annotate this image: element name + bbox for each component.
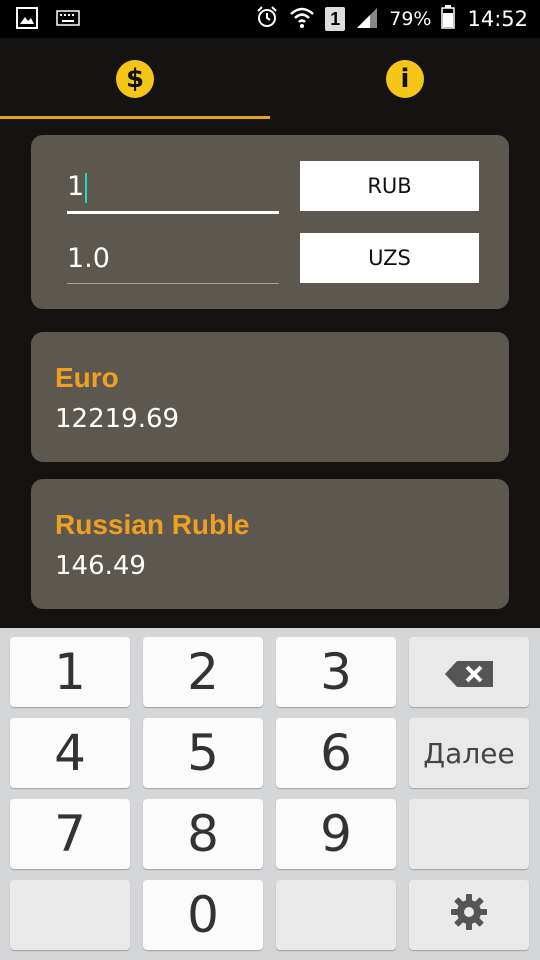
blank-key [276,880,396,950]
numeric-keyboard: 1 2 3 4 5 6 Далее 7 8 9 0 [0,628,540,960]
to-currency-button[interactable]: UZS [300,233,479,283]
key-4[interactable]: 4 [10,718,130,788]
amount-input[interactable]: 1 [67,171,279,214]
key-0[interactable]: 0 [143,880,263,950]
wifi-icon [289,5,315,34]
settings-key[interactable] [409,880,529,950]
key-1[interactable]: 1 [10,637,130,707]
currency-rate: 12219.69 [55,404,180,434]
battery-icon [441,4,456,34]
key-8[interactable]: 8 [143,799,263,869]
key-7[interactable]: 7 [10,799,130,869]
key-9[interactable]: 9 [276,799,396,869]
dollar-icon: $ [116,60,154,98]
converter-card: 1 RUB 1.0 UZS [31,135,509,309]
key-2[interactable]: 2 [143,637,263,707]
from-currency-button[interactable]: RUB [300,161,479,211]
text-caret [85,172,88,203]
currency-name: Euro [55,362,119,393]
backspace-key[interactable] [409,637,529,707]
sim-icon: 1 [325,7,346,31]
battery-percent: 79% [389,8,432,30]
clock: 14:52 [467,7,528,31]
result-field[interactable]: 1.0 [67,243,279,284]
gallery-icon [16,7,38,34]
tab-bar: $ i [0,38,540,120]
currency-rate: 146.49 [55,551,146,581]
gear-icon [449,886,489,944]
key-6[interactable]: 6 [276,718,396,788]
result-card-ruble[interactable]: Russian Ruble 146.49 [31,479,509,609]
tab-converter[interactable]: $ [0,38,270,120]
result-card-euro[interactable]: Euro 12219.69 [31,332,509,462]
key-5[interactable]: 5 [143,718,263,788]
signal-icon [355,6,379,33]
next-key[interactable]: Далее [409,718,529,788]
info-icon: i [386,60,424,98]
currency-name: Russian Ruble [55,509,250,540]
blank-key [409,799,529,869]
key-3[interactable]: 3 [276,637,396,707]
blank-key [10,880,130,950]
status-bar: 1 79% 14:52 [0,0,540,38]
amount-value: 1 [67,171,85,202]
alarm-icon [255,5,279,34]
backspace-icon [443,643,495,701]
keyboard-icon [56,10,80,31]
tab-info[interactable]: i [270,38,540,120]
tab-indicator [0,116,270,119]
